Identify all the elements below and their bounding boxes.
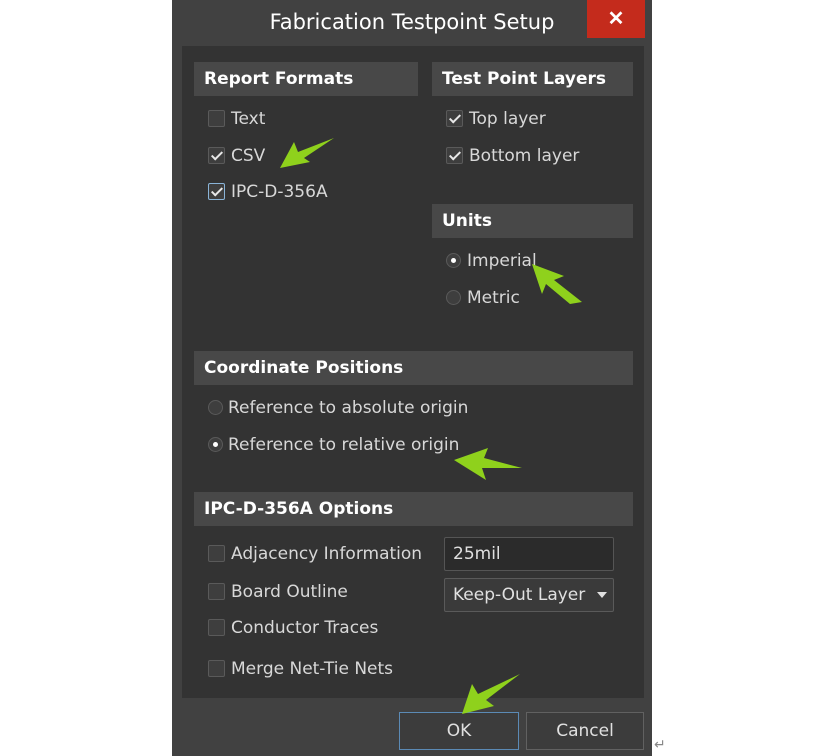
- adjacency-information-checkbox[interactable]: [208, 545, 225, 562]
- conductor-traces-checkbox[interactable]: [208, 619, 225, 636]
- relative-origin-label: Reference to relative origin: [228, 435, 460, 455]
- imperial-radio[interactable]: [446, 253, 461, 268]
- csv-label: CSV: [231, 146, 266, 166]
- text-label: Text: [231, 109, 266, 129]
- return-mark-icon: ↵: [654, 736, 666, 752]
- close-button[interactable]: ✕: [587, 0, 645, 38]
- bottom-layer-checkbox[interactable]: [446, 147, 463, 164]
- bottom-layer-label: Bottom layer: [469, 146, 580, 166]
- merge-net-tie-nets-label: Merge Net-Tie Nets: [231, 659, 394, 679]
- dialog-title: Fabrication Testpoint Setup: [269, 10, 555, 34]
- absolute-origin-label: Reference to absolute origin: [228, 398, 469, 418]
- adjacency-value-input[interactable]: 25mil: [444, 537, 614, 571]
- annotation-arrow-icon: [454, 448, 522, 480]
- cancel-button[interactable]: Cancel: [526, 712, 644, 750]
- annotation-arrow-icon: [462, 674, 520, 714]
- adjacency-information-label: Adjacency Information: [231, 544, 423, 564]
- testpoint-setup-dialog: Fabrication Testpoint Setup ✕ Report For…: [172, 0, 652, 756]
- board-outline-layer-select[interactable]: Keep-Out Layer: [444, 578, 614, 612]
- merge-net-tie-nets-checkbox[interactable]: [208, 660, 225, 677]
- absolute-origin-radio[interactable]: [208, 400, 223, 415]
- metric-label: Metric: [467, 288, 520, 308]
- text-checkbox[interactable]: [208, 110, 225, 127]
- imperial-label: Imperial: [467, 251, 537, 271]
- title-bar: Fabrication Testpoint Setup ✕: [172, 0, 652, 46]
- board-outline-layer-value: Keep-Out Layer: [453, 585, 586, 605]
- settings-panel: Report Formats Text CSV IPC-D-356A Test …: [182, 46, 644, 698]
- relative-origin-radio[interactable]: [208, 437, 223, 452]
- ipc-d-356a-checkbox[interactable]: [208, 183, 225, 200]
- units-heading: Units: [432, 204, 633, 238]
- top-layer-label: Top layer: [469, 109, 546, 129]
- board-outline-label: Board Outline: [231, 582, 348, 602]
- metric-radio[interactable]: [446, 290, 461, 305]
- ok-button[interactable]: OK: [399, 712, 519, 750]
- board-outline-checkbox[interactable]: [208, 583, 225, 600]
- test-point-layers-heading: Test Point Layers: [432, 62, 633, 96]
- annotation-arrow-icon: [280, 138, 334, 168]
- csv-checkbox[interactable]: [208, 147, 225, 164]
- coordinate-positions-heading: Coordinate Positions: [194, 351, 633, 385]
- conductor-traces-label: Conductor Traces: [231, 618, 379, 638]
- annotation-arrow-icon: [532, 264, 582, 304]
- chevron-down-icon: [597, 592, 607, 598]
- ipc-d-356a-label: IPC-D-356A: [231, 182, 328, 202]
- report-formats-heading: Report Formats: [194, 62, 418, 96]
- ipc-options-heading: IPC-D-356A Options: [194, 492, 633, 526]
- top-layer-checkbox[interactable]: [446, 110, 463, 127]
